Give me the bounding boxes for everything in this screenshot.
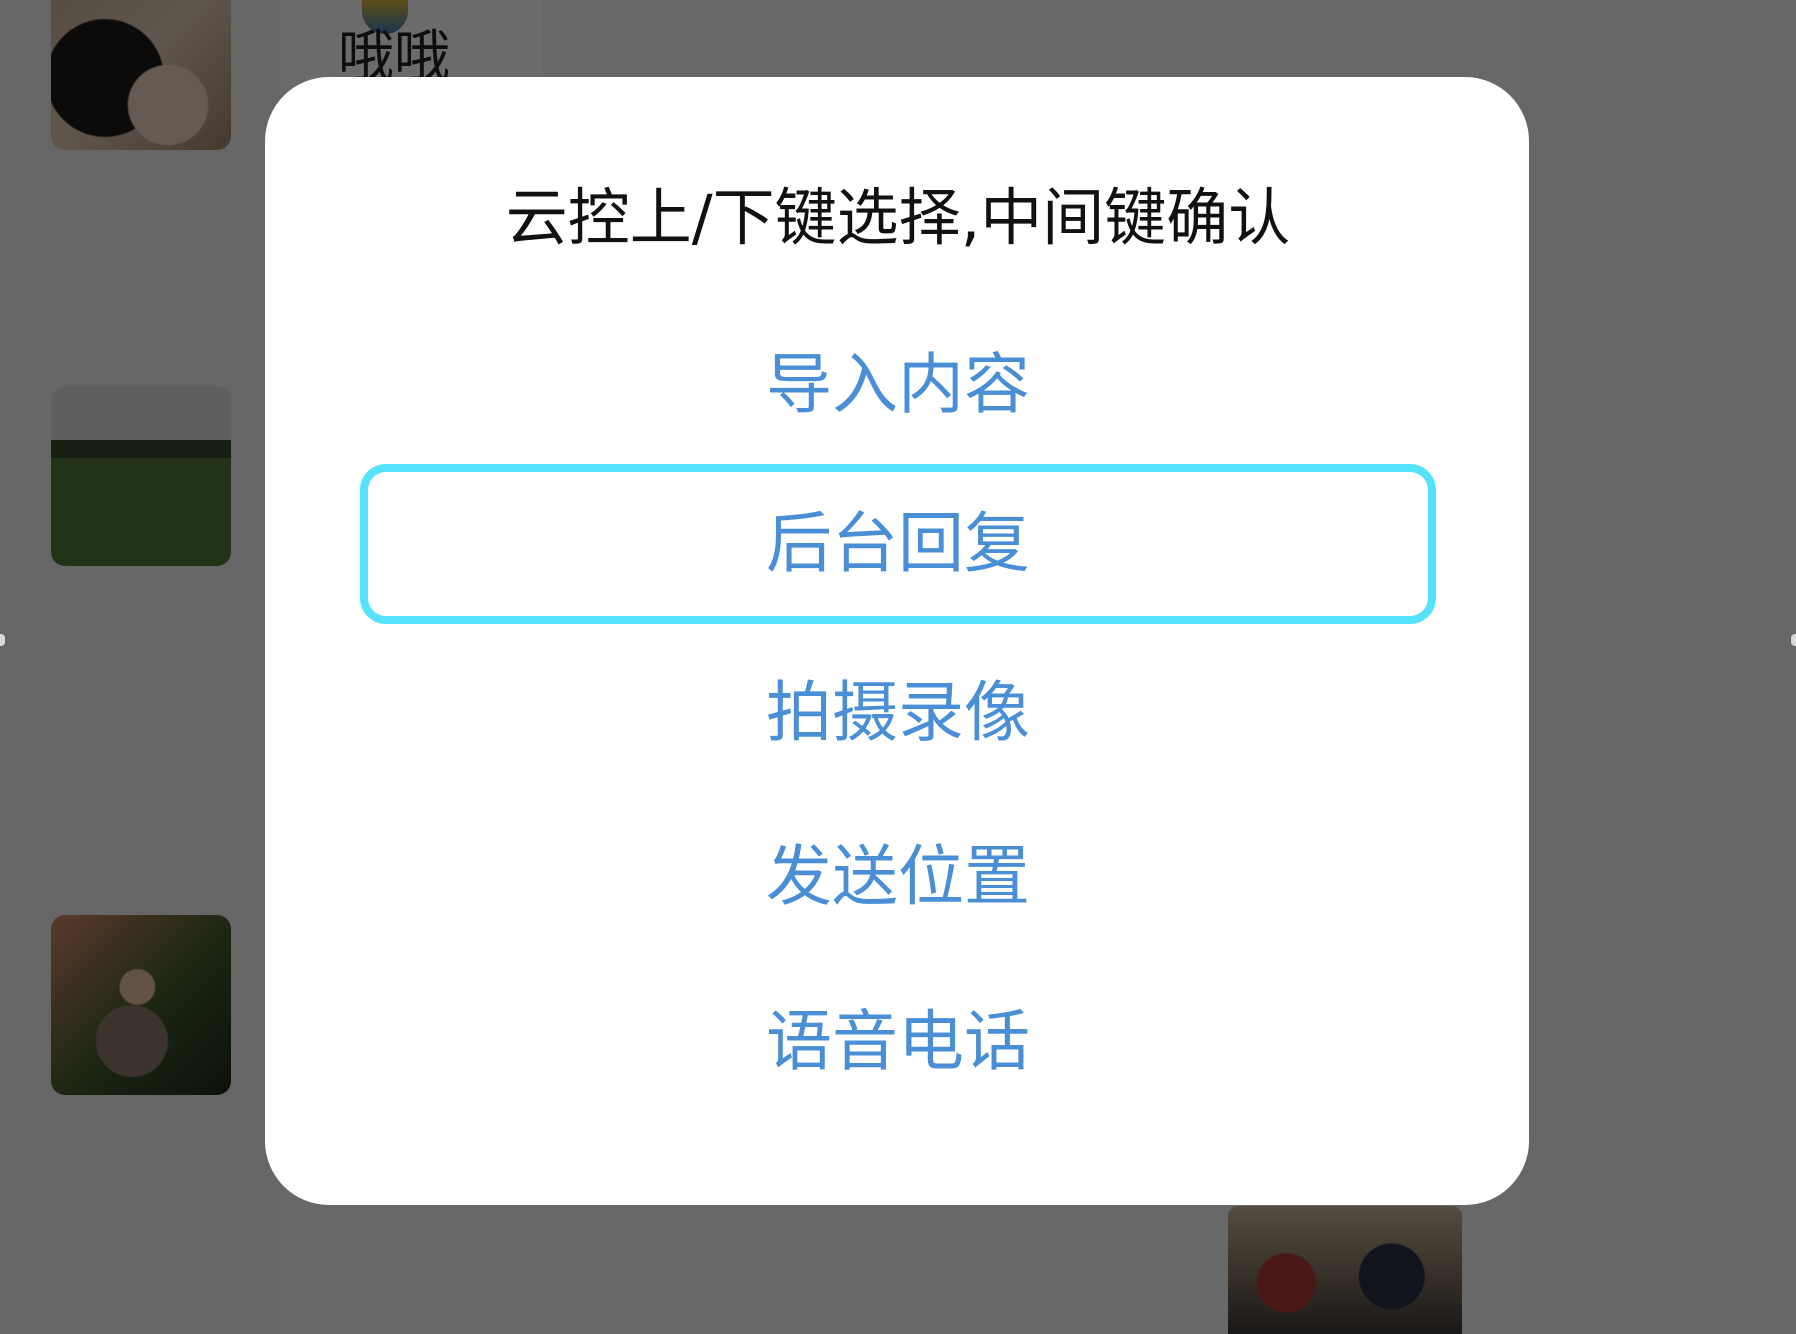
menu-item-send-location[interactable]: 发送位置 (360, 797, 1436, 957)
menu-item-voice-call[interactable]: 语音电话 (360, 962, 1436, 1122)
menu-item-record-video[interactable]: 拍摄录像 (360, 633, 1436, 793)
dialog-title: 云控上/下键选择,中间键确认 (505, 181, 1291, 254)
menu-item-import-content[interactable]: 导入内容 (360, 305, 1436, 465)
menu-item-background-reply[interactable]: 后台回复 (360, 464, 1436, 624)
left-edge-indicator (0, 634, 5, 646)
right-edge-indicator (1791, 634, 1796, 646)
screen: 哦哦 云控上/下键选择,中间键确认 导入内容 后台回复 拍摄录像 发送位置 语音… (0, 0, 1796, 1334)
